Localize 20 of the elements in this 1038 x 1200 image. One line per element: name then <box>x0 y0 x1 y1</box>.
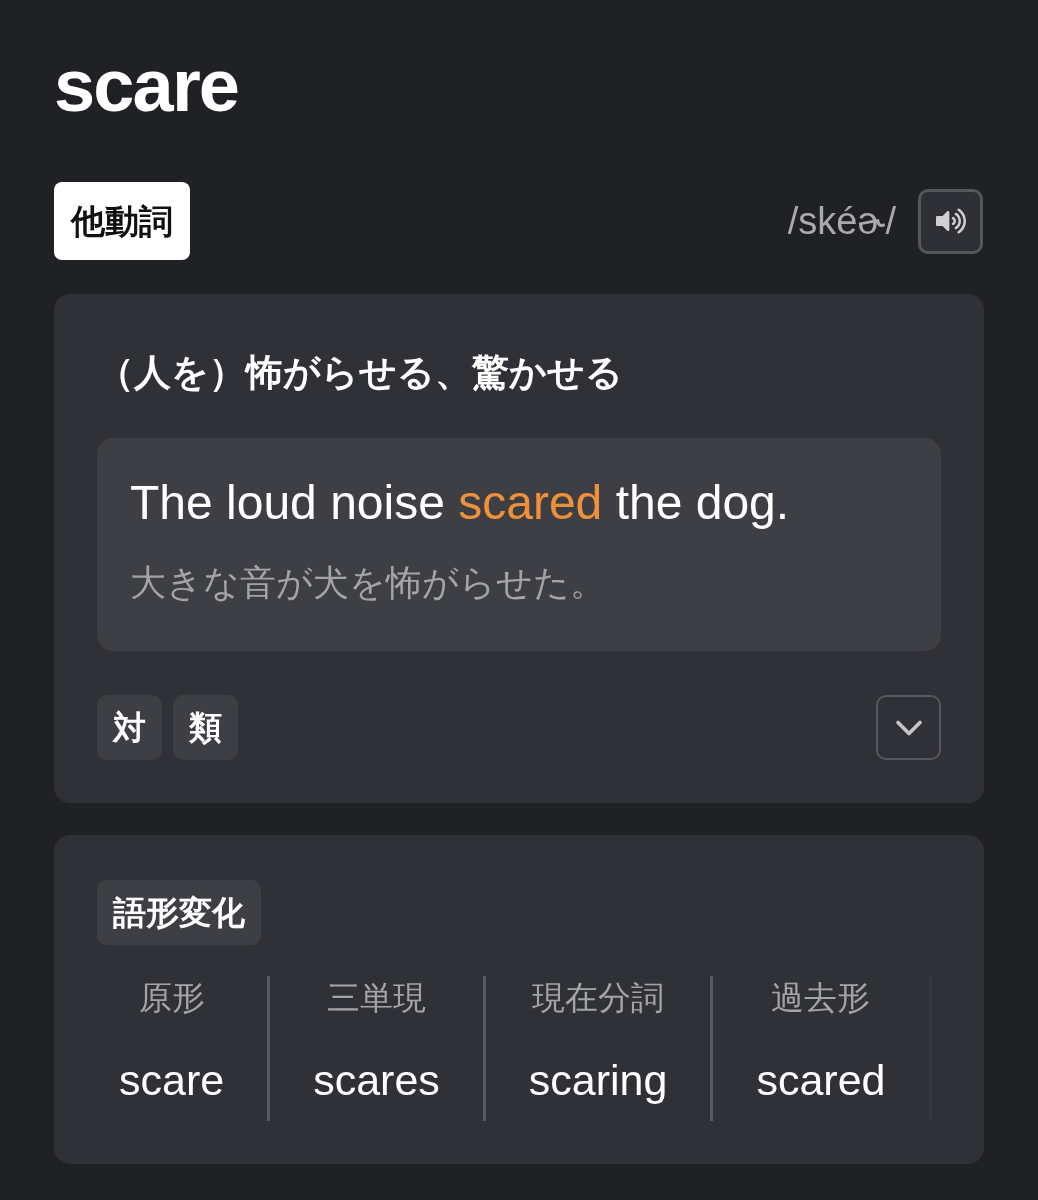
inflection-header: 現在分詞 <box>532 978 665 1018</box>
part-of-speech-label: 他動詞 <box>54 182 190 260</box>
inflection-value: scares <box>313 1055 440 1105</box>
inflection-header: 三単現 <box>327 978 426 1018</box>
tag-button[interactable]: 類 <box>173 695 238 760</box>
meaning-text: （人を）怖がらせる、驚かせる <box>97 351 623 395</box>
example-sentence: The loud noise scared the dog. <box>130 475 790 531</box>
tag-button[interactable]: 対 <box>97 695 162 760</box>
word-title: scare <box>54 44 239 128</box>
pronunciation-text: /skéɚ/ <box>787 198 896 244</box>
inflection-label: 語形変化 <box>97 880 261 945</box>
inflection-value: scaring <box>528 1055 668 1105</box>
inflection-header: 過去形 <box>771 978 871 1018</box>
example-translation: 大きな音が犬を怖がらせた。 <box>130 561 606 605</box>
inflection-header: 原形 <box>138 978 205 1018</box>
inflection-value: scare <box>119 1055 225 1105</box>
expand-button[interactable] <box>876 695 941 760</box>
speaker-icon <box>935 206 966 236</box>
speaker-button[interactable] <box>918 188 983 254</box>
inflection-value: scared <box>756 1055 886 1105</box>
